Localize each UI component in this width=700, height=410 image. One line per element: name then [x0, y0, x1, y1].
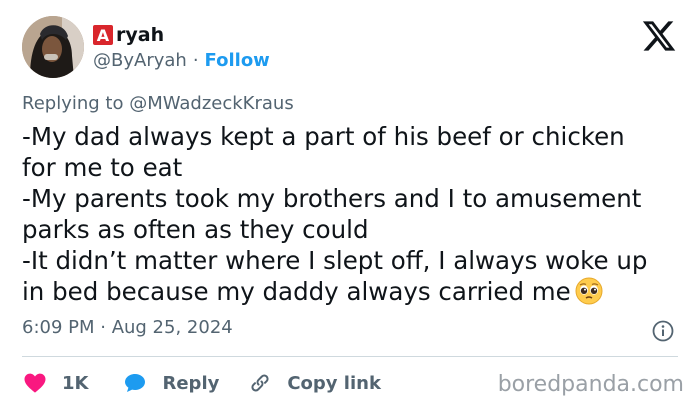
- copy-link-button[interactable]: Copy link: [247, 371, 381, 395]
- tweet-line: -My parents took my brothers and I to am…: [22, 184, 642, 213]
- heart-icon: [24, 373, 46, 393]
- tweet-timestamp[interactable]: 6:09 PM · Aug 25, 2024: [22, 317, 233, 338]
- reply-label: Reply: [162, 372, 220, 394]
- reply-button[interactable]: Reply: [122, 371, 219, 395]
- profile-photo-icon: [22, 16, 84, 78]
- author-handle-row: @ByAryah · Follow: [93, 48, 270, 72]
- like-button[interactable]: 1K: [22, 371, 88, 395]
- link-icon: [251, 374, 269, 392]
- tweet-line: -It didn’t matter where I slept off, I a…: [22, 246, 648, 275]
- author-name-text: ryah: [116, 24, 165, 46]
- x-logo-icon[interactable]: [641, 18, 677, 54]
- tweet-line-last: in bed because my daddy always carried m…: [22, 276, 687, 307]
- watermark: boredpanda.com: [497, 372, 684, 397]
- tweet-line: parks as often as they could: [22, 215, 369, 244]
- tweet-line: in bed because my daddy always carried m…: [22, 277, 571, 306]
- replying-to[interactable]: Replying to @MWadzeckKraus: [22, 93, 294, 114]
- pleading-face-icon: [575, 277, 603, 305]
- speech-bubble-icon: [125, 374, 146, 392]
- avatar[interactable]: [22, 16, 84, 78]
- handle-separator: ·: [192, 49, 199, 71]
- tweet-text: -My dad always kept a part of his beef o…: [22, 121, 687, 307]
- author-handle[interactable]: @ByAryah: [93, 50, 187, 71]
- like-count: 1K: [62, 372, 89, 394]
- follow-button[interactable]: Follow: [205, 50, 270, 71]
- divider: [22, 356, 678, 357]
- info-icon[interactable]: [652, 320, 674, 342]
- name-initial-badge: A: [93, 25, 113, 45]
- author-name[interactable]: A ryah: [93, 23, 164, 47]
- action-bar: 1K Reply Copy link: [22, 368, 381, 398]
- tweet-line: for me to eat: [22, 153, 183, 182]
- tweet-line: -My dad always kept a part of his beef o…: [22, 122, 625, 151]
- copy-link-label: Copy link: [287, 372, 381, 394]
